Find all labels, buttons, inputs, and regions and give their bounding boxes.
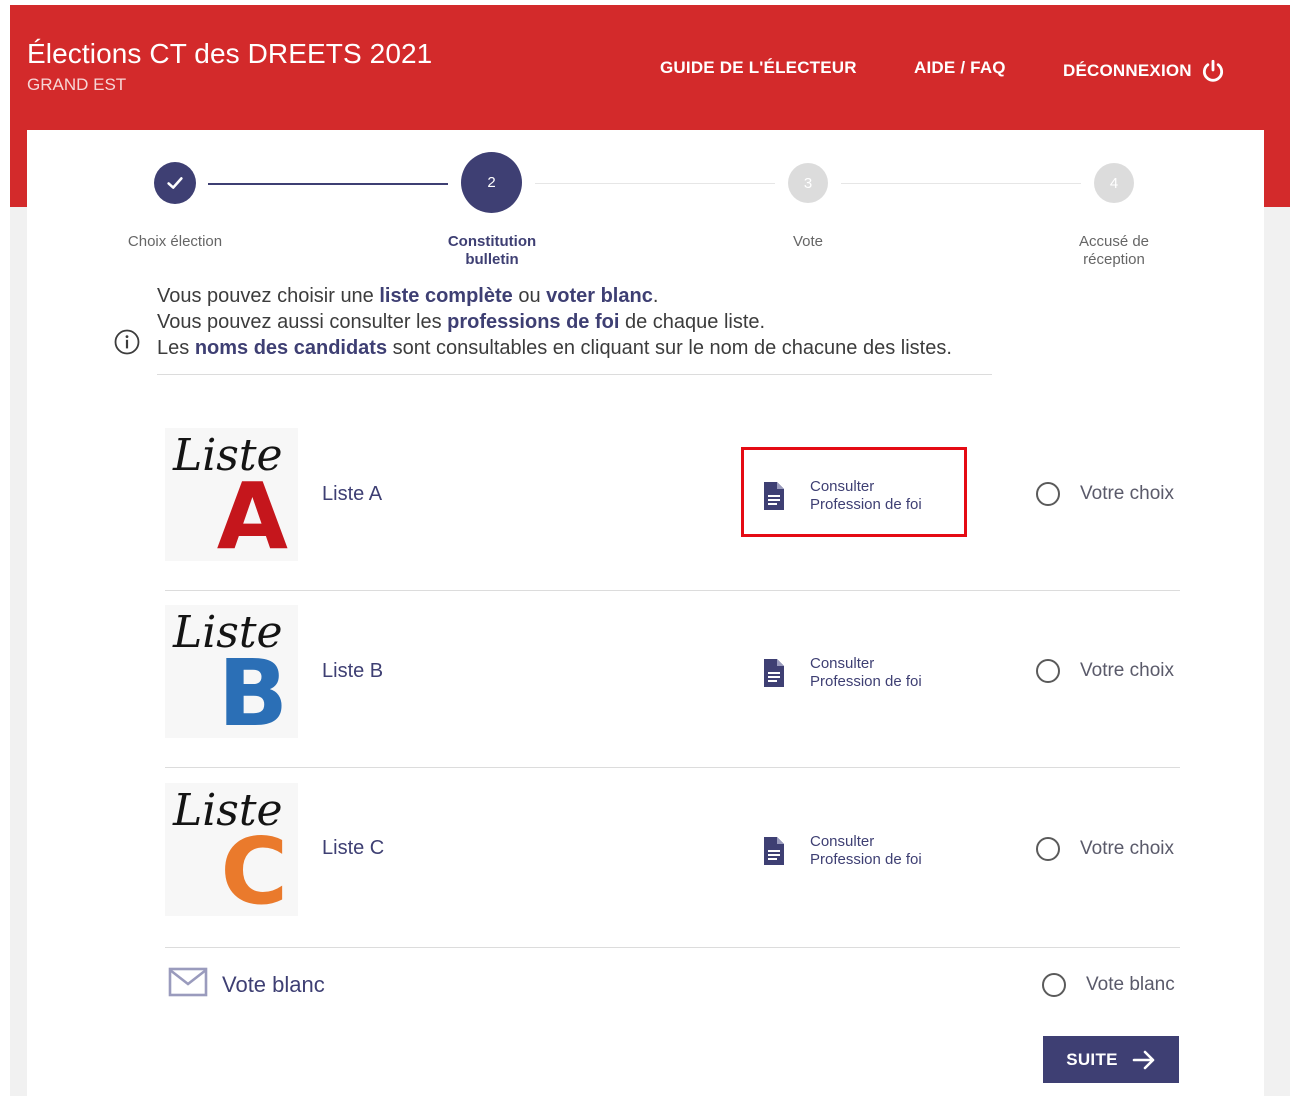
- info-line-3-bold-1: noms des candidats: [194, 337, 388, 359]
- doc-link-line-1: Consulter: [810, 833, 875, 850]
- list-name-link[interactable]: Liste B: [322, 660, 383, 683]
- step-2-label-text: Constitution bulletin: [447, 233, 537, 268]
- doc-link-line-1: Consulter: [810, 478, 875, 495]
- step-4-number: 4: [1109, 174, 1119, 192]
- list-choice-radio[interactable]: Votre choix: [1036, 837, 1174, 861]
- list-choice-radio[interactable]: Votre choix: [1036, 659, 1174, 683]
- info-line-2-part-1: Vous pouvez aussi consulter les: [157, 311, 448, 333]
- radio-label: Vote blanc: [1086, 974, 1175, 995]
- list-name-link[interactable]: Liste C: [322, 837, 384, 860]
- profession-de-foi-link[interactable]: Consulter Profession de foi: [762, 655, 922, 691]
- info-line-3: Les noms des candidats sont consultables…: [157, 335, 997, 361]
- step-1-label: Choix élection: [127, 233, 223, 250]
- profession-de-foi-link[interactable]: Consulter Profession de foi: [762, 478, 922, 514]
- info-line-2-part-2: de chaque liste.: [619, 311, 766, 333]
- info-line-2: Vous pouvez aussi consulter les professi…: [157, 309, 997, 335]
- info-line-3-part-1: Les: [157, 337, 195, 359]
- list-logo-letter: B: [217, 640, 288, 747]
- stepper-connector-3-4: [841, 183, 1081, 184]
- info-line-1-part-1: Vous pouvez choisir une: [157, 285, 380, 307]
- list-logo: Liste A: [165, 428, 298, 567]
- info-line-1-bold-2: voter blanc: [546, 285, 653, 307]
- step-4-label-text: Accusé de réception: [1078, 233, 1150, 268]
- step-3-number: 3: [803, 174, 813, 192]
- step-2-active: 2: [461, 152, 522, 213]
- suite-label: SUITE: [1066, 1049, 1118, 1069]
- info-line-1-bold-1: liste complète: [379, 285, 513, 307]
- step-3-todo: 3: [788, 163, 828, 203]
- list-logo: Liste B: [165, 605, 298, 744]
- check-icon: [167, 177, 183, 189]
- logout-label: DÉCONNEXION: [1063, 61, 1192, 80]
- nav-guide-link[interactable]: GUIDE DE L'ÉLECTEUR: [660, 58, 857, 78]
- radio-button[interactable]: [1036, 659, 1060, 683]
- app-subtitle: GRAND EST: [27, 75, 127, 94]
- list-logo-letter: A: [216, 463, 288, 570]
- radio-button[interactable]: [1042, 973, 1066, 997]
- page-margin-right: [1264, 207, 1290, 1096]
- row-divider: [165, 947, 1180, 948]
- radio-label: Votre choix: [1080, 838, 1174, 859]
- doc-link-line-1: Consulter: [810, 655, 875, 672]
- step-2-number: 2: [487, 174, 496, 191]
- list-logo: Liste C: [165, 783, 298, 922]
- info-line-1-part-2: ou: [512, 285, 547, 307]
- arrow-right-icon: [1132, 1050, 1155, 1069]
- nav-logout-link[interactable]: DÉCONNEXION: [1063, 58, 1226, 84]
- app-title: Élections CT des DREETS 2021: [27, 38, 433, 69]
- info-text: Vous pouvez choisir une liste complète o…: [157, 283, 997, 361]
- row-divider: [165, 767, 1180, 768]
- info-line-2-bold-1: professions de foi: [447, 311, 620, 333]
- radio-button[interactable]: [1036, 482, 1060, 506]
- info-icon: [114, 329, 140, 355]
- info-line-3-part-2: sont consultables en cliquant sur le nom…: [387, 337, 952, 359]
- list-name-link[interactable]: Liste A: [322, 483, 382, 506]
- vote-blanc-radio[interactable]: Vote blanc: [1042, 973, 1175, 997]
- vote-blanc-label: Vote blanc: [222, 972, 325, 997]
- stepper-connector-1-2: [208, 183, 448, 185]
- step-2-label: Constitution bulletin: [412, 233, 572, 269]
- info-line-1: Vous pouvez choisir une liste complète o…: [157, 283, 997, 309]
- suite-button[interactable]: SUITE: [1043, 1036, 1179, 1083]
- page-margin-left: [10, 207, 27, 1096]
- doc-link-line-2: Profession de foi: [810, 673, 922, 690]
- row-divider: [165, 590, 1180, 591]
- envelope-icon: [168, 967, 208, 997]
- doc-link-line-2: Profession de foi: [810, 851, 922, 868]
- list-choice-radio[interactable]: Votre choix: [1036, 482, 1174, 506]
- doc-link-line-2: Profession de foi: [810, 496, 922, 513]
- info-line-1-part-3: .: [652, 285, 659, 307]
- radio-button[interactable]: [1036, 837, 1060, 861]
- step-4-todo: 4: [1094, 163, 1134, 203]
- profession-de-foi-link[interactable]: Consulter Profession de foi: [762, 833, 922, 869]
- document-icon: [764, 659, 784, 687]
- stepper-connector-2-3: [535, 183, 775, 184]
- step-4-label: Accusé de réception: [1034, 233, 1194, 269]
- radio-label: Votre choix: [1080, 660, 1174, 681]
- nav-aide-faq-link[interactable]: AIDE / FAQ: [914, 58, 1006, 78]
- list-logo-letter: C: [220, 818, 288, 925]
- info-divider: [157, 374, 992, 375]
- document-icon: [764, 837, 784, 865]
- power-icon: [1202, 59, 1223, 82]
- radio-label: Votre choix: [1080, 483, 1174, 504]
- step-1-done: [154, 162, 196, 204]
- step-3-label: Vote: [792, 233, 824, 250]
- document-icon: [764, 482, 784, 510]
